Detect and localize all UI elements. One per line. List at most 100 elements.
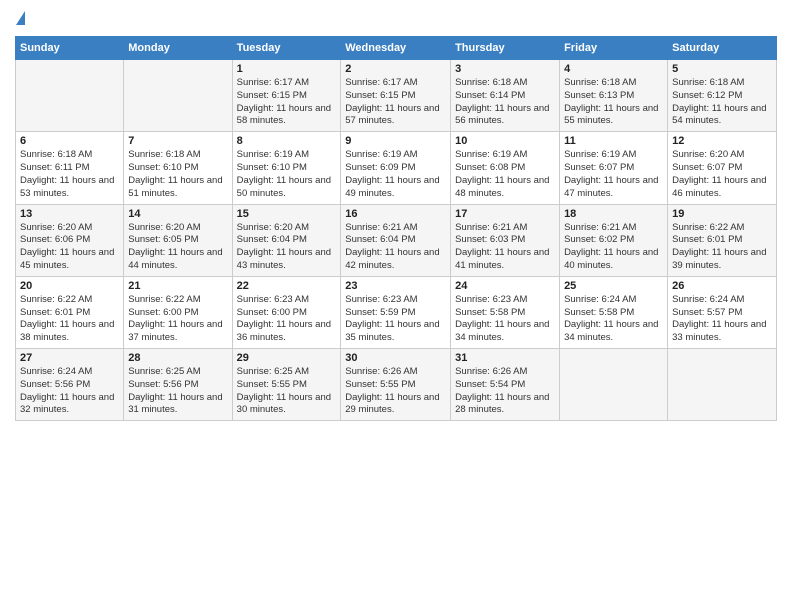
logo-image [15,10,25,28]
calendar-cell: 19 Sunrise: 6:22 AMSunset: 6:01 PMDayligh… [668,204,777,276]
calendar-cell: 17 Sunrise: 6:21 AMSunset: 6:03 PMDayligh… [451,204,560,276]
day-info: Sunrise: 6:19 AMSunset: 6:10 PMDaylight:… [237,149,337,200]
calendar-cell: 24 Sunrise: 6:23 AMSunset: 5:58 PMDayligh… [451,276,560,348]
day-number: 31 [455,352,555,364]
calendar-cell: 30 Sunrise: 6:26 AMSunset: 5:55 PMDayligh… [341,349,451,421]
header [15,10,777,28]
day-number: 12 [672,135,772,147]
day-info: Sunrise: 6:21 AMSunset: 6:04 PMDaylight:… [345,222,446,273]
day-number: 13 [20,208,119,220]
day-info: Sunrise: 6:22 AMSunset: 6:01 PMDaylight:… [672,222,772,273]
day-number: 17 [455,208,555,220]
calendar-cell: 21 Sunrise: 6:22 AMSunset: 6:00 PMDayligh… [124,276,232,348]
day-info: Sunrise: 6:24 AMSunset: 5:58 PMDaylight:… [564,294,663,345]
calendar-cell: 22 Sunrise: 6:23 AMSunset: 6:00 PMDayligh… [232,276,341,348]
day-info: Sunrise: 6:26 AMSunset: 5:55 PMDaylight:… [345,366,446,417]
day-number: 7 [128,135,227,147]
day-number: 19 [672,208,772,220]
calendar-cell: 5Sunrise: 6:18 AMSunset: 6:12 PMDaylight… [668,60,777,132]
day-number: 9 [345,135,446,147]
day-number: 20 [20,280,119,292]
week-row-4: 20 Sunrise: 6:22 AMSunset: 6:01 PMDayligh… [16,276,777,348]
calendar-cell: 6 Sunrise: 6:18 AMSunset: 6:11 PMDaylight… [16,132,124,204]
day-info: Sunrise: 6:18 AMSunset: 6:13 PMDaylight:… [564,77,663,128]
day-info: Sunrise: 6:17 AMSunset: 6:15 PMDaylight:… [345,77,446,128]
day-info: Sunrise: 6:19 AMSunset: 6:07 PMDaylight:… [564,149,663,200]
day-info: Sunrise: 6:17 AMSunset: 6:15 PMDaylight:… [237,77,337,128]
calendar-cell: 13 Sunrise: 6:20 AMSunset: 6:06 PMDayligh… [16,204,124,276]
day-number: 10 [455,135,555,147]
day-number: 4 [564,63,663,75]
day-number: 27 [20,352,119,364]
calendar-cell: 29Sunrise: 6:25 AMSunset: 5:55 PMDayligh… [232,349,341,421]
day-number: 25 [564,280,663,292]
day-number: 1 [237,63,337,75]
day-info: Sunrise: 6:18 AMSunset: 6:11 PMDaylight:… [20,149,119,200]
calendar-cell: 2 Sunrise: 6:17 AMSunset: 6:15 PMDaylight… [341,60,451,132]
calendar-cell: 14 Sunrise: 6:20 AMSunset: 6:05 PMDayligh… [124,204,232,276]
weekday-header-row: SundayMondayTuesdayWednesdayThursdayFrid… [16,37,777,60]
day-number: 6 [20,135,119,147]
day-number: 3 [455,63,555,75]
week-row-1: 1 Sunrise: 6:17 AMSunset: 6:15 PMDaylight… [16,60,777,132]
day-number: 22 [237,280,337,292]
day-info: Sunrise: 6:18 AMSunset: 6:14 PMDaylight:… [455,77,555,128]
day-info: Sunrise: 6:19 AMSunset: 6:08 PMDaylight:… [455,149,555,200]
calendar-cell: 8 Sunrise: 6:19 AMSunset: 6:10 PMDaylight… [232,132,341,204]
day-info: Sunrise: 6:20 AMSunset: 6:05 PMDaylight:… [128,222,227,273]
day-number: 23 [345,280,446,292]
calendar-cell: 12 Sunrise: 6:20 AMSunset: 6:07 PMDayligh… [668,132,777,204]
day-info: Sunrise: 6:20 AMSunset: 6:06 PMDaylight:… [20,222,119,273]
day-number: 18 [564,208,663,220]
calendar-cell: 18 Sunrise: 6:21 AMSunset: 6:02 PMDayligh… [560,204,668,276]
day-number: 21 [128,280,227,292]
weekday-header-monday: Monday [124,37,232,60]
day-info: Sunrise: 6:20 AMSunset: 6:04 PMDaylight:… [237,222,337,273]
day-number: 30 [345,352,446,364]
calendar-cell: 20 Sunrise: 6:22 AMSunset: 6:01 PMDayligh… [16,276,124,348]
calendar-cell [16,60,124,132]
day-info: Sunrise: 6:26 AMSunset: 5:54 PMDaylight:… [455,366,555,417]
week-row-5: 27Sunrise: 6:24 AMSunset: 5:56 PMDayligh… [16,349,777,421]
calendar-cell: 7Sunrise: 6:18 AMSunset: 6:10 PMDaylight… [124,132,232,204]
calendar-cell [668,349,777,421]
calendar-cell: 16 Sunrise: 6:21 AMSunset: 6:04 PMDayligh… [341,204,451,276]
calendar-cell: 31 Sunrise: 6:26 AMSunset: 5:54 PMDayligh… [451,349,560,421]
logo [15,10,25,28]
calendar-cell: 27Sunrise: 6:24 AMSunset: 5:56 PMDayligh… [16,349,124,421]
day-number: 28 [128,352,227,364]
calendar-cell: 15 Sunrise: 6:20 AMSunset: 6:04 PMDayligh… [232,204,341,276]
day-info: Sunrise: 6:25 AMSunset: 5:56 PMDaylight:… [128,366,227,417]
weekday-header-friday: Friday [560,37,668,60]
week-row-2: 6 Sunrise: 6:18 AMSunset: 6:11 PMDaylight… [16,132,777,204]
weekday-header-tuesday: Tuesday [232,37,341,60]
logo-triangle-icon [16,11,25,25]
day-number: 24 [455,280,555,292]
weekday-header-saturday: Saturday [668,37,777,60]
day-info: Sunrise: 6:23 AMSunset: 6:00 PMDaylight:… [237,294,337,345]
day-number: 8 [237,135,337,147]
calendar-cell: 11 Sunrise: 6:19 AMSunset: 6:07 PMDayligh… [560,132,668,204]
day-number: 16 [345,208,446,220]
day-info: Sunrise: 6:23 AMSunset: 5:58 PMDaylight:… [455,294,555,345]
calendar-cell: 28 Sunrise: 6:25 AMSunset: 5:56 PMDayligh… [124,349,232,421]
calendar-cell: 10 Sunrise: 6:19 AMSunset: 6:08 PMDayligh… [451,132,560,204]
day-number: 29 [237,352,337,364]
calendar-cell [560,349,668,421]
day-number: 5 [672,63,772,75]
day-number: 14 [128,208,227,220]
day-number: 26 [672,280,772,292]
day-number: 11 [564,135,663,147]
day-info: Sunrise: 6:21 AMSunset: 6:03 PMDaylight:… [455,222,555,273]
calendar-cell: 9Sunrise: 6:19 AMSunset: 6:09 PMDaylight… [341,132,451,204]
day-number: 15 [237,208,337,220]
day-info: Sunrise: 6:22 AMSunset: 6:01 PMDaylight:… [20,294,119,345]
calendar-cell: 26 Sunrise: 6:24 AMSunset: 5:57 PMDayligh… [668,276,777,348]
day-info: Sunrise: 6:24 AMSunset: 5:57 PMDaylight:… [672,294,772,345]
weekday-header-wednesday: Wednesday [341,37,451,60]
day-info: Sunrise: 6:20 AMSunset: 6:07 PMDaylight:… [672,149,772,200]
week-row-3: 13 Sunrise: 6:20 AMSunset: 6:06 PMDayligh… [16,204,777,276]
day-info: Sunrise: 6:21 AMSunset: 6:02 PMDaylight:… [564,222,663,273]
day-number: 2 [345,63,446,75]
day-info: Sunrise: 6:22 AMSunset: 6:00 PMDaylight:… [128,294,227,345]
